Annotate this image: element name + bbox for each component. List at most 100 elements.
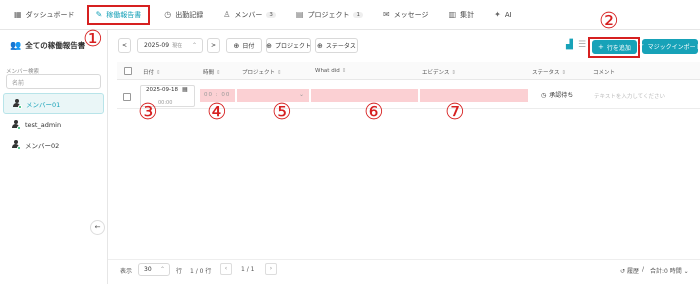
chart-view-icon[interactable]: ▟ [566,40,573,50]
chevron-down-icon: ⌄ [299,91,305,98]
sidebar: 👥 全ての稼働報告書 メンバー検索 名前 メンバー01 test_admin メン… [0,30,108,284]
chevron-left-icon: ‹ [224,265,228,272]
sort-icon: ⇕ [216,70,221,76]
sort-icon: ⇕ [451,70,456,76]
status-filter-button[interactable]: ⊕ ステータス [315,38,358,53]
header-time[interactable]: 時間 ⇕ [203,68,221,76]
nav-work-report[interactable]: ✎ 稼働報告書 [86,4,151,25]
date-time-hint: 00:00 [158,100,173,106]
sidebar-title-text: 全ての稼働報告書 [25,41,86,50]
member-item-01[interactable]: メンバー01 [3,93,104,114]
chevron-right-icon: › [269,265,273,272]
list-view-icon[interactable]: ☰ [578,40,586,50]
document-icon: ▤ [295,10,304,19]
row-checkbox[interactable] [123,93,131,101]
rows-label: 行 [176,268,183,275]
nav-summary[interactable]: ▥ 集計 [449,0,475,30]
select-all-checkbox[interactable] [124,67,132,75]
sort-icon: ⇕ [156,70,161,76]
nav-ai[interactable]: ✦ AI [494,0,512,30]
header-status-label: ステータス [532,70,560,76]
nav-work-report-label: 稼働報告書 [106,10,142,19]
magic-import-label: マジックインポート [647,44,700,51]
ai-icon: ✦ [494,10,501,19]
total-hours: 合計:0 時間 ⌄ [650,266,689,275]
nav-members-label: メンバー [234,10,263,19]
magic-import-button[interactable]: ⚚ マジックインポート [638,39,700,54]
annotation-1: ① [83,27,103,52]
collapse-sidebar-button[interactable]: ← [90,220,105,235]
total-hours-label: 合計:0 時間 [650,268,682,275]
prev-month-button[interactable]: < [118,38,131,53]
arrow-left-icon: ← [94,223,101,231]
next-page-button[interactable]: › [265,263,277,275]
next-month-button[interactable]: > [207,38,220,53]
header-evidence[interactable]: エビデンス ⇕ [422,68,456,76]
chevron-down-icon: ⌄ [683,268,689,275]
nav-projects[interactable]: ▤ プロジェクト 1 [296,0,363,30]
sidebar-title: 👥 全ての稼働報告書 [10,40,85,51]
header-status[interactable]: ステータス ⇕ [532,68,566,76]
project-filter-button[interactable]: ⊕ プロジェクト [266,38,311,53]
member-item-test-admin[interactable]: test_admin [0,114,107,135]
annotation-6: ⑥ [364,100,384,125]
wand-icon: ⚚ [638,42,645,51]
date-filter-button[interactable]: ⊕ 日付 [226,38,262,53]
annotation-2: ② [599,9,619,34]
header-time-label: 時間 [203,70,215,76]
calendar-icon[interactable]: ▦ [182,86,188,93]
comment-input[interactable]: テキストを入力してください [594,92,665,100]
avatar-icon [11,120,21,130]
date-filter-label: 日付 [242,43,255,50]
nav-ai-label: AI [504,10,512,19]
page: ▦ ダッシュボード ✎ 稼働報告書 ◷ 出勤記録 ♙ メンバー 3 ▤ プロジェクト 1 ✉ メ… [0,0,700,284]
member-item-02[interactable]: メンバー02 [0,134,107,155]
nav-dashboard-label: ダッシュボード [25,10,75,19]
nav-members[interactable]: ♙ メンバー 3 [223,0,276,30]
members-count-badge: 3 [266,11,276,18]
annotation-5: ⑤ [272,100,292,125]
evidence-input[interactable] [420,89,528,102]
nav-summary-label: 集計 [460,10,475,19]
nav-dashboard[interactable]: ▦ ダッシュボード [14,0,75,30]
member-label: メンバー01 [26,100,61,109]
nav-attendance-label: 出勤記録 [175,10,204,19]
display-label: 表示 [120,268,133,275]
month-select[interactable]: 2025-09 現在 ⌃ [137,38,203,53]
nav-projects-label: プロジェクト [307,10,350,19]
member-label: test_admin [25,120,62,129]
rows-per-page-value: 30 [144,266,152,273]
top-nav: ▦ ダッシュボード ✎ 稼働報告書 ◷ 出勤記録 ♙ メンバー 3 ▤ プロジェクト 1 ✉ メ… [0,0,700,30]
header-project-label: プロジェクト [242,70,276,76]
annotation-3: ③ [138,100,158,125]
prev-page-button[interactable]: ‹ [220,263,232,275]
status-filter-label: ステータス [325,43,356,50]
member-label: メンバー02 [25,141,60,150]
chevron-updown-icon: ⌃ [191,42,197,49]
header-date[interactable]: 日付 ⇕ [143,68,161,76]
avatar-icon [11,140,21,150]
page-label: 1 / 1 [241,266,255,273]
status-label: 承認待ち [549,92,574,99]
month-now-label: 現在 [172,43,183,49]
chevron-updown-icon: ⌃ [159,266,165,273]
member-search-input[interactable]: 名前 [6,74,101,89]
header-comment-label: コメント [593,70,616,76]
header-what-did[interactable]: What did ⇕ [315,68,346,74]
history-link[interactable]: ↺ 履歴 [620,266,639,275]
header-date-label: 日付 [143,70,155,76]
header-evidence-label: エビデンス [422,70,450,76]
header-project[interactable]: プロジェクト ⇕ [242,68,282,76]
bar-chart-icon: ▥ [448,10,457,19]
table-header: 日付 ⇕ 時間 ⇕ プロジェクト ⇕ What did ⇕ エビデンス ⇕ ステータス ⇕ … [117,62,700,80]
rows-per-page-select[interactable]: 30 ⌃ [138,263,170,276]
nav-attendance[interactable]: ◷ 出勤記録 [164,0,203,30]
time-value: 00 : 00 [204,92,231,98]
annotation-4: ④ [207,100,227,125]
footer-separator: / [642,266,645,273]
range-label: 1 / 0 行 [190,268,212,275]
history-icon: ↺ [620,268,626,275]
nav-messages[interactable]: ✉ メッセージ [383,0,429,30]
plus-circle-icon: ⊕ [317,41,323,50]
edit-icon: ✎ [95,10,103,19]
